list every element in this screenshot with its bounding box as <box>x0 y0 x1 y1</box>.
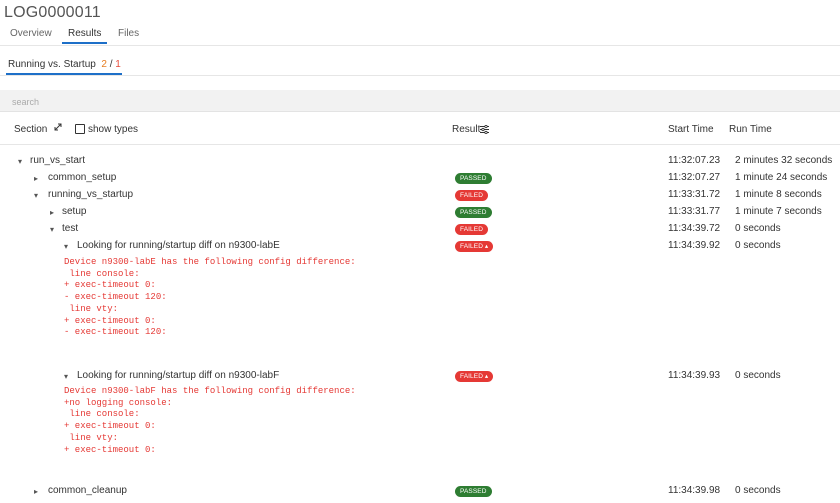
log-line: - exec-timeout 120: <box>64 292 167 303</box>
row-start-time: 11:32:07.27 <box>668 172 721 183</box>
row-name: common_cleanup <box>48 485 127 496</box>
log-line: + exec-timeout 0: <box>64 315 156 326</box>
row-run-time: 0 seconds <box>735 485 781 496</box>
column-header-run-time: Run Time <box>729 124 772 135</box>
divider <box>0 75 840 76</box>
log-line: line console: <box>64 409 140 420</box>
caret-down-icon[interactable]: ▾ <box>18 157 22 166</box>
result-badge: FAILED <box>455 190 488 201</box>
row-name: running_vs_startup <box>48 189 134 200</box>
table-row[interactable]: ▾ test FAILED 11:34:39.72 0 seconds <box>0 221 840 238</box>
row-start-time: 11:34:39.72 <box>668 223 721 234</box>
caret-down-icon[interactable]: ▾ <box>64 372 68 381</box>
column-header-start-time: Start Time <box>668 124 714 135</box>
log-line: line vty: <box>64 303 119 314</box>
row-run-time: 0 seconds <box>735 223 781 234</box>
column-header-section: Section <box>14 124 48 135</box>
log-line: +no logging console: <box>64 397 173 408</box>
row-run-time: 0 seconds <box>735 370 781 381</box>
caret-down-icon[interactable]: ▾ <box>34 191 38 200</box>
caret-down-icon[interactable]: ▾ <box>64 242 68 251</box>
subtab-label: Running vs. Startup <box>8 59 96 70</box>
log-line: + exec-timeout 0: <box>64 280 156 291</box>
row-start-time: 11:32:07.23 <box>668 155 721 166</box>
table-row[interactable]: ▾ running_vs_startup FAILED 11:33:31.72 … <box>0 187 840 204</box>
log-line: - exec-timeout 120: <box>64 327 167 338</box>
row-start-time: 11:33:31.77 <box>668 206 721 217</box>
caret-right-icon[interactable]: ▸ <box>34 174 38 183</box>
row-name: setup <box>62 206 87 217</box>
row-run-time: 1 minute 7 seconds <box>735 206 822 217</box>
show-types-checkbox[interactable] <box>75 124 85 134</box>
row-start-time: 11:34:39.93 <box>668 370 721 381</box>
divider <box>0 144 840 145</box>
caret-right-icon[interactable]: ▸ <box>50 208 54 217</box>
table-row[interactable]: ▾ Looking for running/startup diff on n9… <box>0 238 840 255</box>
log-output-labE: Device n9300-labE has the following conf… <box>64 257 356 339</box>
row-run-time: 0 seconds <box>735 240 781 251</box>
page-title: LOG0000011 <box>4 4 101 21</box>
row-name: Looking for running/startup diff on n930… <box>77 370 280 381</box>
result-badge: PASSED <box>455 207 492 218</box>
result-badge: PASSED <box>455 173 492 184</box>
log-line: + exec-timeout 0: <box>64 421 156 432</box>
log-line: Device n9300-labF has the following conf… <box>64 386 356 396</box>
result-badge: FAILED <box>455 224 488 235</box>
table-row[interactable]: ▾ run_vs_start 11:32:07.23 2 minutes 32 … <box>0 153 840 170</box>
row-name: test <box>62 223 79 234</box>
result-badge[interactable]: FAILED ▴ <box>455 241 494 252</box>
subtab-running-vs-startup[interactable]: Running vs. Startup 2 / 1 <box>8 59 121 70</box>
table-row[interactable]: ▸ setup PASSED 11:33:31.77 1 minute 7 se… <box>0 204 840 221</box>
tab-results[interactable]: Results <box>68 28 101 39</box>
log-output-labF: Device n9300-labF has the following conf… <box>64 386 356 456</box>
row-start-time: 11:33:31.72 <box>668 189 721 200</box>
expand-arrows-icon[interactable] <box>52 121 64 133</box>
row-run-time: 2 minutes 32 seconds <box>735 155 833 166</box>
active-tab-indicator <box>62 42 107 44</box>
search-bar <box>0 90 840 112</box>
caret-down-icon[interactable]: ▾ <box>50 225 54 234</box>
filter-sliders-icon[interactable] <box>480 125 489 134</box>
row-run-time: 1 minute 24 seconds <box>735 172 828 183</box>
row-name: common_setup <box>48 172 117 183</box>
divider <box>0 45 840 46</box>
log-line: line vty: <box>64 432 119 443</box>
show-types-label: show types <box>88 124 139 135</box>
result-badge: PASSED <box>455 486 492 497</box>
log-line: + exec-timeout 0: <box>64 444 156 455</box>
caret-right-icon[interactable]: ▸ <box>34 487 38 496</box>
log-line: Device n9300-labE has the following conf… <box>64 257 356 267</box>
table-row[interactable]: ▸ common_setup PASSED 11:32:07.27 1 minu… <box>0 170 840 187</box>
table-row[interactable]: ▾ Looking for running/startup diff on n9… <box>0 368 840 385</box>
column-header-result: Result <box>452 124 481 135</box>
row-name: Looking for running/startup diff on n930… <box>77 240 280 251</box>
row-start-time: 11:34:39.92 <box>668 240 721 251</box>
tab-files[interactable]: Files <box>118 28 139 39</box>
row-name: run_vs_start <box>30 155 86 166</box>
result-badge[interactable]: FAILED ▴ <box>455 371 494 382</box>
row-start-time: 11:34:39.98 <box>668 485 721 496</box>
log-line: line console: <box>64 268 140 279</box>
row-run-time: 1 minute 8 seconds <box>735 189 822 200</box>
tab-overview[interactable]: Overview <box>10 28 52 39</box>
search-input[interactable] <box>10 93 814 110</box>
subtab-failed-count: 1 <box>115 59 121 70</box>
table-row[interactable]: ▸ common_cleanup PASSED 11:34:39.98 0 se… <box>0 483 840 500</box>
